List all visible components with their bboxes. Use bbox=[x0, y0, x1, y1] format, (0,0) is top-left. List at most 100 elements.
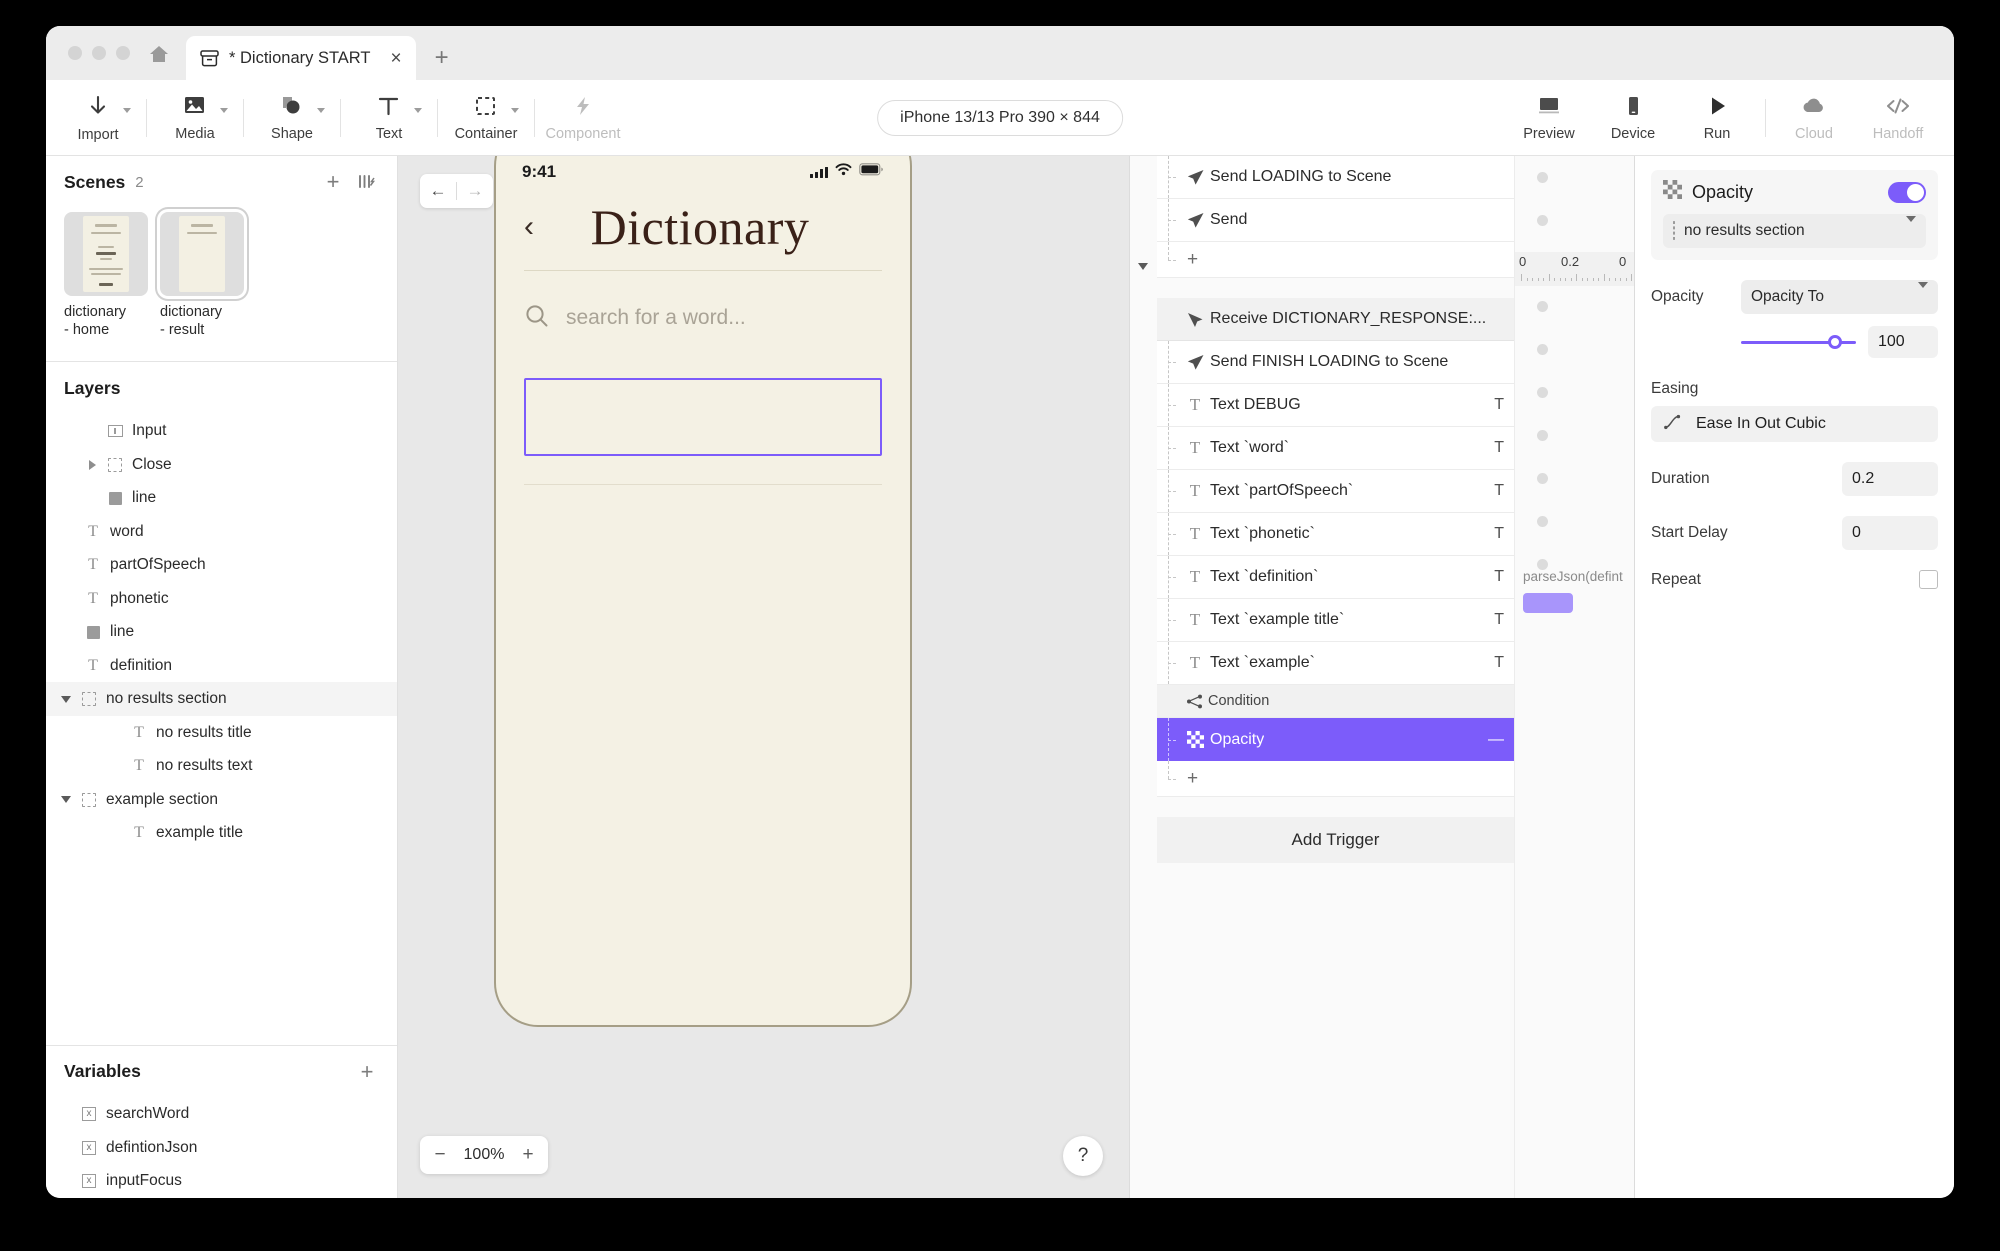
scene-dictionary-result[interactable]: dictionary - result bbox=[160, 212, 244, 339]
trigger-condition-row[interactable]: Condition bbox=[1157, 685, 1514, 718]
add-action-row[interactable]: + bbox=[1157, 242, 1514, 278]
slider-knob[interactable] bbox=[1828, 335, 1842, 349]
close-window-button[interactable] bbox=[68, 46, 82, 60]
trigger-action-row[interactable]: T Text DEBUG T bbox=[1157, 384, 1514, 427]
layer-row-no-results-title[interactable]: T no results title bbox=[46, 716, 397, 750]
toolbar-text-button[interactable]: Text bbox=[347, 86, 431, 150]
maximize-window-button[interactable] bbox=[116, 46, 130, 60]
layer-row-example-title[interactable]: T example title bbox=[46, 816, 397, 850]
back-chevron-icon[interactable]: ‹ bbox=[524, 212, 534, 242]
scene-dictionary-home[interactable]: dictionary - home bbox=[64, 212, 148, 339]
timeline-dot[interactable] bbox=[1537, 387, 1548, 398]
opacity-mode-select[interactable]: Opacity To bbox=[1741, 280, 1938, 314]
trigger-group-header[interactable]: Receive DICTIONARY_RESPONSE:... bbox=[1157, 298, 1514, 341]
device-selector[interactable]: iPhone 13/13 Pro 390 × 844 bbox=[877, 100, 1123, 136]
chevron-down-icon[interactable] bbox=[1906, 222, 1916, 240]
close-icon[interactable]: × bbox=[391, 49, 402, 68]
chevron-right-icon[interactable] bbox=[82, 460, 102, 470]
opacity-value-input[interactable]: 100 bbox=[1868, 326, 1938, 358]
layer-row-no-results-text[interactable]: T no results text bbox=[46, 749, 397, 783]
nav-back-icon[interactable]: ← bbox=[420, 174, 456, 208]
trigger-action-row[interactable]: Send LOADING to Scene bbox=[1157, 156, 1514, 199]
zoom-in-button[interactable]: + bbox=[514, 1138, 542, 1172]
timeline-dot[interactable] bbox=[1537, 172, 1548, 183]
trigger-opacity-row[interactable]: Opacity — bbox=[1157, 718, 1514, 761]
variable-row-inputfocus[interactable]: x inputFocus bbox=[46, 1165, 397, 1199]
trigger-action-row[interactable]: Send FINISH LOADING to Scene bbox=[1157, 341, 1514, 384]
timeline-dot[interactable] bbox=[1537, 430, 1548, 441]
canvas-area[interactable]: ← → 9:41 bbox=[398, 156, 1129, 1198]
chevron-down-icon[interactable] bbox=[511, 108, 519, 113]
minimize-window-button[interactable] bbox=[92, 46, 106, 60]
timeline-dot[interactable] bbox=[1537, 344, 1548, 355]
add-action-button[interactable]: + bbox=[1180, 768, 1198, 790]
layer-row-line-2[interactable]: line bbox=[46, 615, 397, 649]
toolbar-device-button[interactable]: Device bbox=[1591, 86, 1675, 150]
timeline-dot[interactable] bbox=[1537, 215, 1548, 226]
new-tab-button[interactable]: + bbox=[416, 36, 468, 80]
chevron-down-icon[interactable] bbox=[1138, 270, 1157, 288]
repeat-checkbox[interactable] bbox=[1919, 570, 1938, 589]
start-delay-input[interactable]: 0 bbox=[1842, 516, 1938, 550]
variable-row-defintionjson[interactable]: x defintionJson bbox=[46, 1131, 397, 1165]
search-input-placeholder[interactable]: search for a word... bbox=[566, 306, 746, 330]
toolbar-import-button[interactable]: Import bbox=[56, 86, 140, 150]
layer-row-example-section[interactable]: example section bbox=[46, 783, 397, 817]
arrange-scenes-icon[interactable] bbox=[355, 170, 379, 194]
trigger-action-row[interactable]: T Text `example title` T bbox=[1157, 599, 1514, 642]
home-icon[interactable] bbox=[146, 42, 172, 66]
chevron-down-icon[interactable] bbox=[414, 108, 422, 113]
layer-row-definition[interactable]: T definition bbox=[46, 649, 397, 683]
timeline-dot[interactable] bbox=[1537, 301, 1548, 312]
toolbar-handoff-button[interactable]: Handoff bbox=[1856, 86, 1940, 150]
trigger-action-row[interactable]: T Text `definition` T bbox=[1157, 556, 1514, 599]
chevron-down-icon[interactable] bbox=[220, 108, 228, 113]
opacity-enabled-toggle[interactable] bbox=[1888, 182, 1926, 203]
selected-element-outline[interactable] bbox=[524, 378, 882, 456]
toolbar-component-button[interactable]: Component bbox=[541, 86, 625, 150]
layer-row-word[interactable]: T word bbox=[46, 515, 397, 549]
phone-search-row[interactable]: search for a word... bbox=[524, 298, 882, 338]
variable-row-searchword[interactable]: x searchWord bbox=[46, 1098, 397, 1132]
trigger-action-row[interactable]: T Text `word` T bbox=[1157, 427, 1514, 470]
trigger-action-row[interactable]: T Text `phonetic` T bbox=[1157, 513, 1514, 556]
add-trigger-button[interactable]: Add Trigger bbox=[1157, 817, 1514, 863]
add-variable-button[interactable]: + bbox=[355, 1060, 379, 1084]
toolbar-media-button[interactable]: Media bbox=[153, 86, 237, 150]
chevron-down-icon[interactable] bbox=[56, 696, 76, 703]
timeline-dot[interactable] bbox=[1537, 516, 1548, 527]
duration-input[interactable]: 0.2 bbox=[1842, 462, 1938, 496]
toolbar-shape-button[interactable]: Shape bbox=[250, 86, 334, 150]
add-scene-button[interactable]: + bbox=[321, 170, 345, 194]
toolbar-container-button[interactable]: Container bbox=[444, 86, 528, 150]
timeline-keyframe-bar[interactable] bbox=[1523, 593, 1573, 613]
toolbar-cloud-button[interactable]: Cloud bbox=[1772, 86, 1856, 150]
add-action-button[interactable]: + bbox=[1180, 249, 1198, 271]
layer-row-partofspeech[interactable]: T partOfSpeech bbox=[46, 548, 397, 582]
chevron-down-icon[interactable] bbox=[1918, 288, 1928, 306]
layer-row-input[interactable]: Input bbox=[46, 414, 397, 448]
chevron-down-icon[interactable] bbox=[317, 108, 325, 113]
add-action-row[interactable]: + bbox=[1157, 761, 1514, 797]
opacity-target-select[interactable]: no results section bbox=[1663, 214, 1926, 248]
opacity-slider[interactable] bbox=[1741, 333, 1856, 351]
help-button[interactable]: ? bbox=[1063, 1136, 1103, 1176]
layer-row-close[interactable]: Close bbox=[46, 448, 397, 482]
easing-select[interactable]: Ease In Out Cubic bbox=[1651, 406, 1938, 442]
remove-action-button[interactable]: — bbox=[1488, 731, 1504, 749]
chevron-down-icon[interactable] bbox=[123, 108, 131, 113]
trigger-action-row[interactable]: T Text `partOfSpeech` T bbox=[1157, 470, 1514, 513]
device-preview[interactable]: 9:41 bbox=[494, 156, 912, 1027]
layer-row-line-1[interactable]: line bbox=[46, 481, 397, 515]
tab-dictionary-start[interactable]: * Dictionary START × bbox=[186, 36, 416, 80]
timeline-dot[interactable] bbox=[1537, 473, 1548, 484]
zoom-out-button[interactable]: − bbox=[426, 1138, 454, 1172]
toolbar-run-button[interactable]: Run bbox=[1675, 86, 1759, 150]
layer-row-no-results-section[interactable]: no results section bbox=[46, 682, 397, 716]
toolbar-preview-button[interactable]: Preview bbox=[1507, 86, 1591, 150]
nav-forward-icon[interactable]: → bbox=[457, 174, 493, 208]
trigger-action-row[interactable]: Send bbox=[1157, 199, 1514, 242]
trigger-action-row[interactable]: T Text `example` T bbox=[1157, 642, 1514, 685]
chevron-down-icon[interactable] bbox=[56, 796, 76, 803]
layer-row-phonetic[interactable]: T phonetic bbox=[46, 582, 397, 616]
